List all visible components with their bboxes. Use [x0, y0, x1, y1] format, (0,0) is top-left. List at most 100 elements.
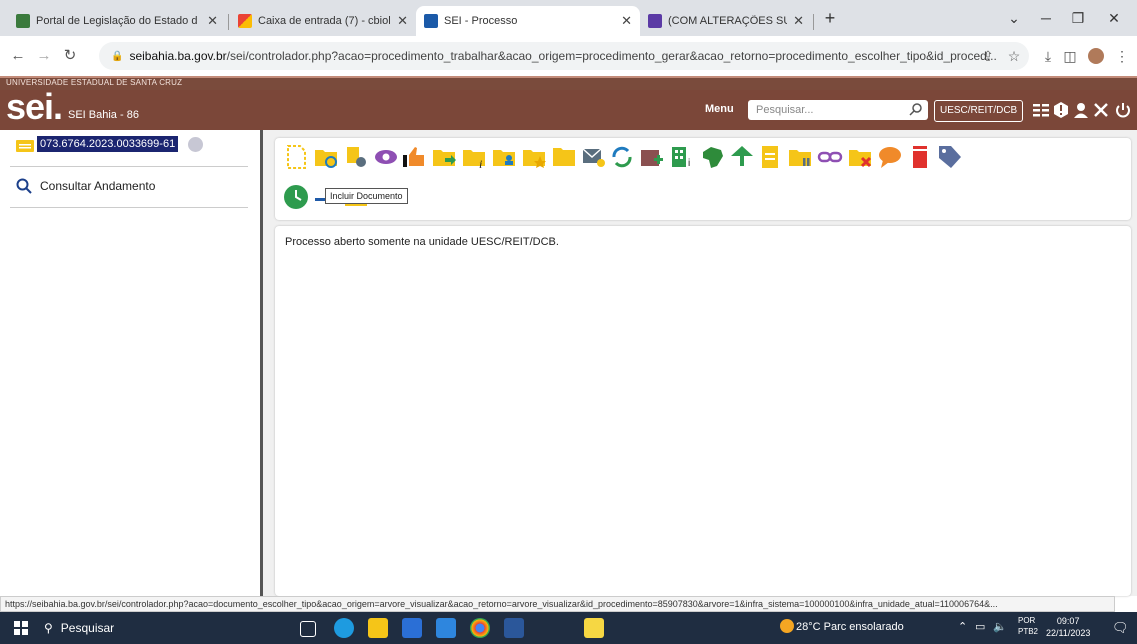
restore-icon[interactable]: ❐ — [1064, 6, 1092, 30]
sei-favicon-icon — [424, 14, 438, 28]
input-language[interactable]: POR PTB2 — [1018, 615, 1038, 637]
close-window-icon[interactable]: ✕ — [1100, 6, 1128, 30]
forward-arrow-icon[interactable]: → — [32, 44, 56, 68]
close-tab-icon[interactable]: ✕ — [621, 13, 632, 29]
new-tab-button[interactable]: + — [816, 6, 844, 30]
sticky-notes-icon[interactable] — [584, 618, 604, 638]
store-icon[interactable] — [402, 618, 422, 638]
taskbar-search-label: Pesquisar — [60, 621, 115, 635]
sync-icon[interactable] — [609, 144, 635, 170]
word-icon[interactable] — [504, 618, 524, 638]
network-icon[interactable]: ▭ — [975, 620, 985, 633]
chrome-icon[interactable] — [470, 618, 490, 638]
logout-power-icon[interactable] — [1114, 100, 1132, 120]
menu-button[interactable]: Menu — [705, 103, 734, 115]
process-content-frame: Processo aberto somente na unidade UESC/… — [275, 226, 1131, 596]
expand-arrow-icon[interactable] — [188, 137, 203, 152]
user-icon[interactable] — [1072, 100, 1090, 120]
volume-icon[interactable]: 🔈 — [993, 620, 1007, 633]
tab-portal-legislacao[interactable]: Portal de Legislação do Estado d ✕ — [8, 6, 226, 36]
folder-star-icon[interactable] — [521, 144, 547, 170]
search-icon[interactable] — [909, 102, 923, 116]
tab-divider — [813, 14, 814, 30]
trash-icon[interactable] — [907, 144, 933, 170]
building-icon[interactable]: i — [669, 144, 695, 170]
comment-icon[interactable] — [877, 144, 903, 170]
browser-tab-strip: Portal de Legislação do Estado d ✕ Caixa… — [0, 0, 1137, 36]
search-input[interactable]: Pesquisar... — [748, 100, 928, 120]
url-input[interactable]: 🔒 seibahia.ba.gov.br /sei/controlador.ph… — [99, 42, 1029, 70]
file-explorer-icon[interactable] — [368, 618, 388, 638]
brazil-map-icon[interactable] — [699, 144, 725, 170]
folder-icon[interactable] — [16, 140, 34, 152]
divider — [10, 207, 248, 208]
bahia-favicon-icon — [16, 14, 30, 28]
svg-text:i: i — [688, 158, 690, 169]
send-email-icon[interactable] — [581, 144, 607, 170]
link-status-bar: https://seibahia.ba.gov.br/sei/controlad… — [0, 596, 1115, 612]
sei-logo[interactable]: sei. — [6, 86, 63, 128]
task-view-icon[interactable] — [300, 621, 316, 637]
consultar-andamento-label: Consultar Andamento — [40, 179, 156, 193]
folder-user-icon[interactable] — [491, 144, 517, 170]
back-arrow-icon[interactable]: ← — [6, 44, 30, 68]
divider — [10, 166, 248, 167]
thumbs-up-icon[interactable] — [401, 144, 427, 170]
close-tab-icon[interactable]: ✕ — [397, 13, 408, 29]
windows-start-icon[interactable] — [14, 621, 28, 635]
minimize-icon[interactable]: ─ — [1032, 6, 1060, 30]
tag-icon[interactable] — [937, 144, 963, 170]
tab-gmail[interactable]: Caixa de entrada (7) - cbiolog@ ✕ — [230, 6, 416, 36]
visualizar-eye-icon[interactable] — [373, 144, 399, 170]
document-settings-icon[interactable] — [343, 144, 369, 170]
taskbar-search[interactable]: ⚲ Pesquisar — [44, 612, 114, 644]
tab-title: Caixa de entrada (7) - cbiolog@ — [258, 15, 391, 27]
weather-status[interactable]: 28°C Parc ensolarado — [796, 621, 904, 633]
tab-sei-processo[interactable]: SEI - Processo ✕ — [416, 6, 640, 36]
tray-chevron-icon[interactable]: ⌃ — [958, 620, 967, 633]
add-block-icon[interactable] — [639, 144, 665, 170]
process-number-link[interactable]: 073.6764.2023.0033699-61 — [37, 136, 179, 152]
clock-icon[interactable] — [283, 184, 309, 210]
tree-icon[interactable] — [729, 144, 755, 170]
folder-send-icon[interactable] — [431, 144, 457, 170]
menu-grid-icon[interactable] — [1032, 100, 1050, 120]
reload-icon[interactable]: ↻ — [58, 44, 82, 68]
download-icon[interactable]: ⤓ — [1036, 44, 1060, 68]
magnifier-icon — [16, 178, 32, 194]
weather-icon — [780, 619, 794, 633]
close-tab-icon[interactable]: ✕ — [793, 13, 804, 29]
sei-header: sei. SEI Bahia - 86 Menu Pesquisar... UE… — [0, 86, 1137, 130]
bookmark-star-icon[interactable]: ☆ — [1002, 44, 1026, 68]
share-icon[interactable]: ⇪ — [976, 44, 1000, 68]
clock[interactable]: 09:07 22/11/2023 — [1046, 615, 1090, 639]
tab-search-icon[interactable]: ⌄ — [1000, 6, 1028, 30]
edge-icon[interactable] — [334, 618, 354, 638]
document-list-icon[interactable] — [757, 144, 783, 170]
browser-menu-icon[interactable]: ⋮ — [1110, 44, 1134, 68]
link-icon[interactable] — [817, 144, 843, 170]
incluir-documento-icon[interactable] — [283, 144, 309, 170]
folder-cancel-icon[interactable] — [847, 144, 873, 170]
folder-pause-icon[interactable] — [787, 144, 813, 170]
svg-text:i: i — [479, 157, 482, 170]
windows-taskbar: ⚲ Pesquisar 28°C Parc ensolarado ⌃ ▭ 🔈 P… — [0, 612, 1137, 644]
tab-alteracoes-sugeridas[interactable]: (COM ALTERAÇÕES SUGERIDAS ✕ — [640, 6, 812, 36]
folder-info-icon[interactable]: i — [461, 144, 487, 170]
close-tab-icon[interactable]: ✕ — [207, 13, 218, 29]
unit-selector-button[interactable]: UESC/REIT/DCB — [934, 100, 1024, 122]
notification-icon[interactable]: 🗨 — [1112, 620, 1129, 636]
folder-open-icon[interactable] — [551, 144, 577, 170]
alert-icon[interactable] — [1052, 100, 1070, 120]
mail-app-icon[interactable] — [436, 618, 456, 638]
folder-refresh-icon[interactable] — [313, 144, 339, 170]
process-status-message: Processo aberto somente na unidade UESC/… — [285, 236, 559, 248]
side-panel-icon[interactable]: ◫ — [1058, 44, 1082, 68]
url-path: /sei/controlador.php?acao=procedimento_t… — [226, 49, 997, 63]
tab-divider — [228, 14, 229, 30]
sei-version: SEI Bahia - 86 — [68, 109, 139, 121]
tools-icon[interactable] — [1092, 100, 1110, 120]
profile-avatar[interactable] — [1084, 44, 1108, 68]
consultar-andamento-link[interactable]: Consultar Andamento — [16, 178, 155, 194]
university-bar: UNIVERSIDADE ESTADUAL DE SANTA CRUZ — [0, 76, 1137, 90]
